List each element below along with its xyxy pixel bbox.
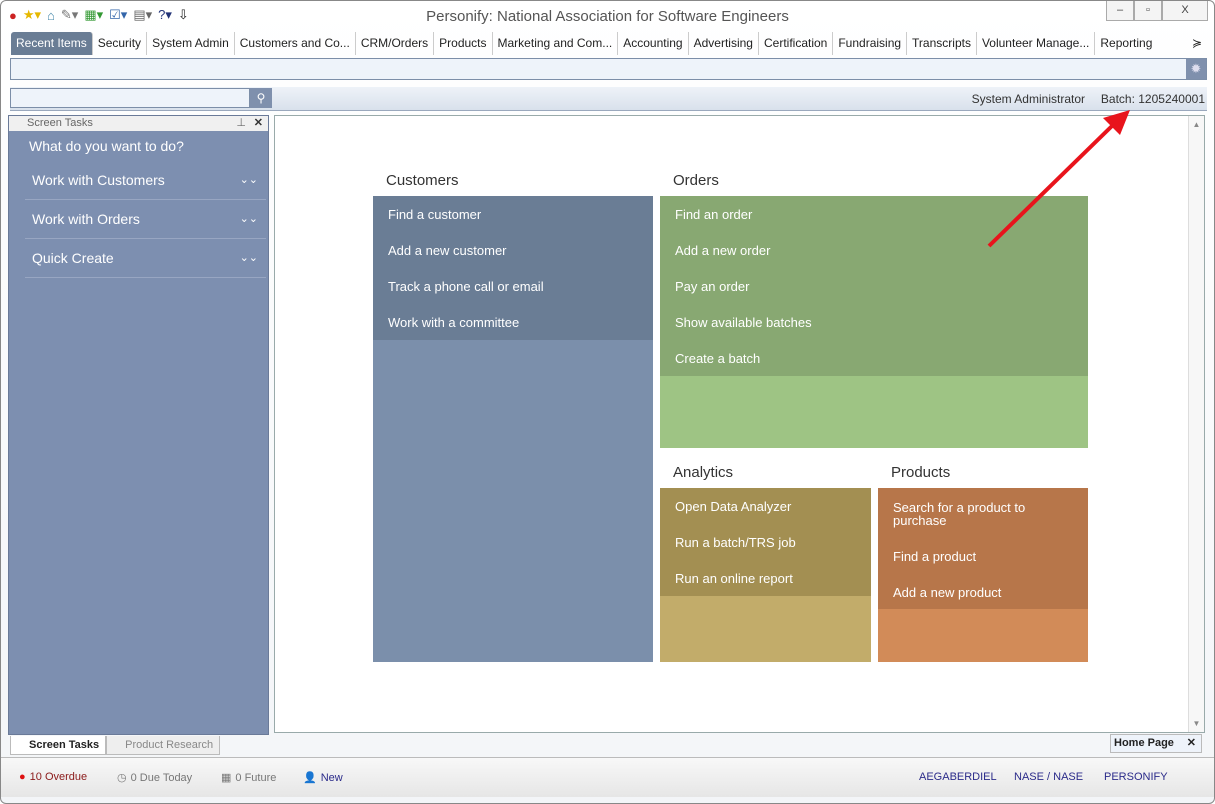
due-today-label: 0 Due Today: [130, 771, 193, 784]
close-tab-icon[interactable]: ✕: [1187, 735, 1196, 752]
home-tab-label: Home Page: [1114, 737, 1174, 749]
status-bar: ● 10 Overdue ◷ 0 Due Today ▦ 0 Future 👤 New …: [1, 757, 1214, 797]
annotation-arrow: [987, 110, 1130, 248]
overdue-label: 10 Overdue: [29, 771, 88, 783]
due-today-status[interactable]: ◷ 0 Due Today: [117, 771, 193, 785]
clock-icon: ◷: [117, 772, 127, 784]
new-label: New: [320, 771, 343, 784]
alert-icon: ●: [19, 771, 26, 783]
person-icon: 👤: [303, 772, 317, 784]
overdue-status[interactable]: ● 10 Overdue: [19, 771, 87, 783]
status-app: PERSONIFY: [1104, 771, 1168, 783]
status-user: AEGABERDIEL: [919, 771, 997, 783]
tab-home-page[interactable]: Home Page ✕: [1110, 734, 1202, 753]
future-status[interactable]: ▦ 0 Future: [221, 771, 277, 785]
status-org: NASE / NASE: [1014, 771, 1084, 783]
future-label: 0 Future: [235, 771, 277, 784]
new-status[interactable]: 👤 New: [303, 771, 343, 785]
calendar-icon: ▦: [221, 772, 232, 784]
